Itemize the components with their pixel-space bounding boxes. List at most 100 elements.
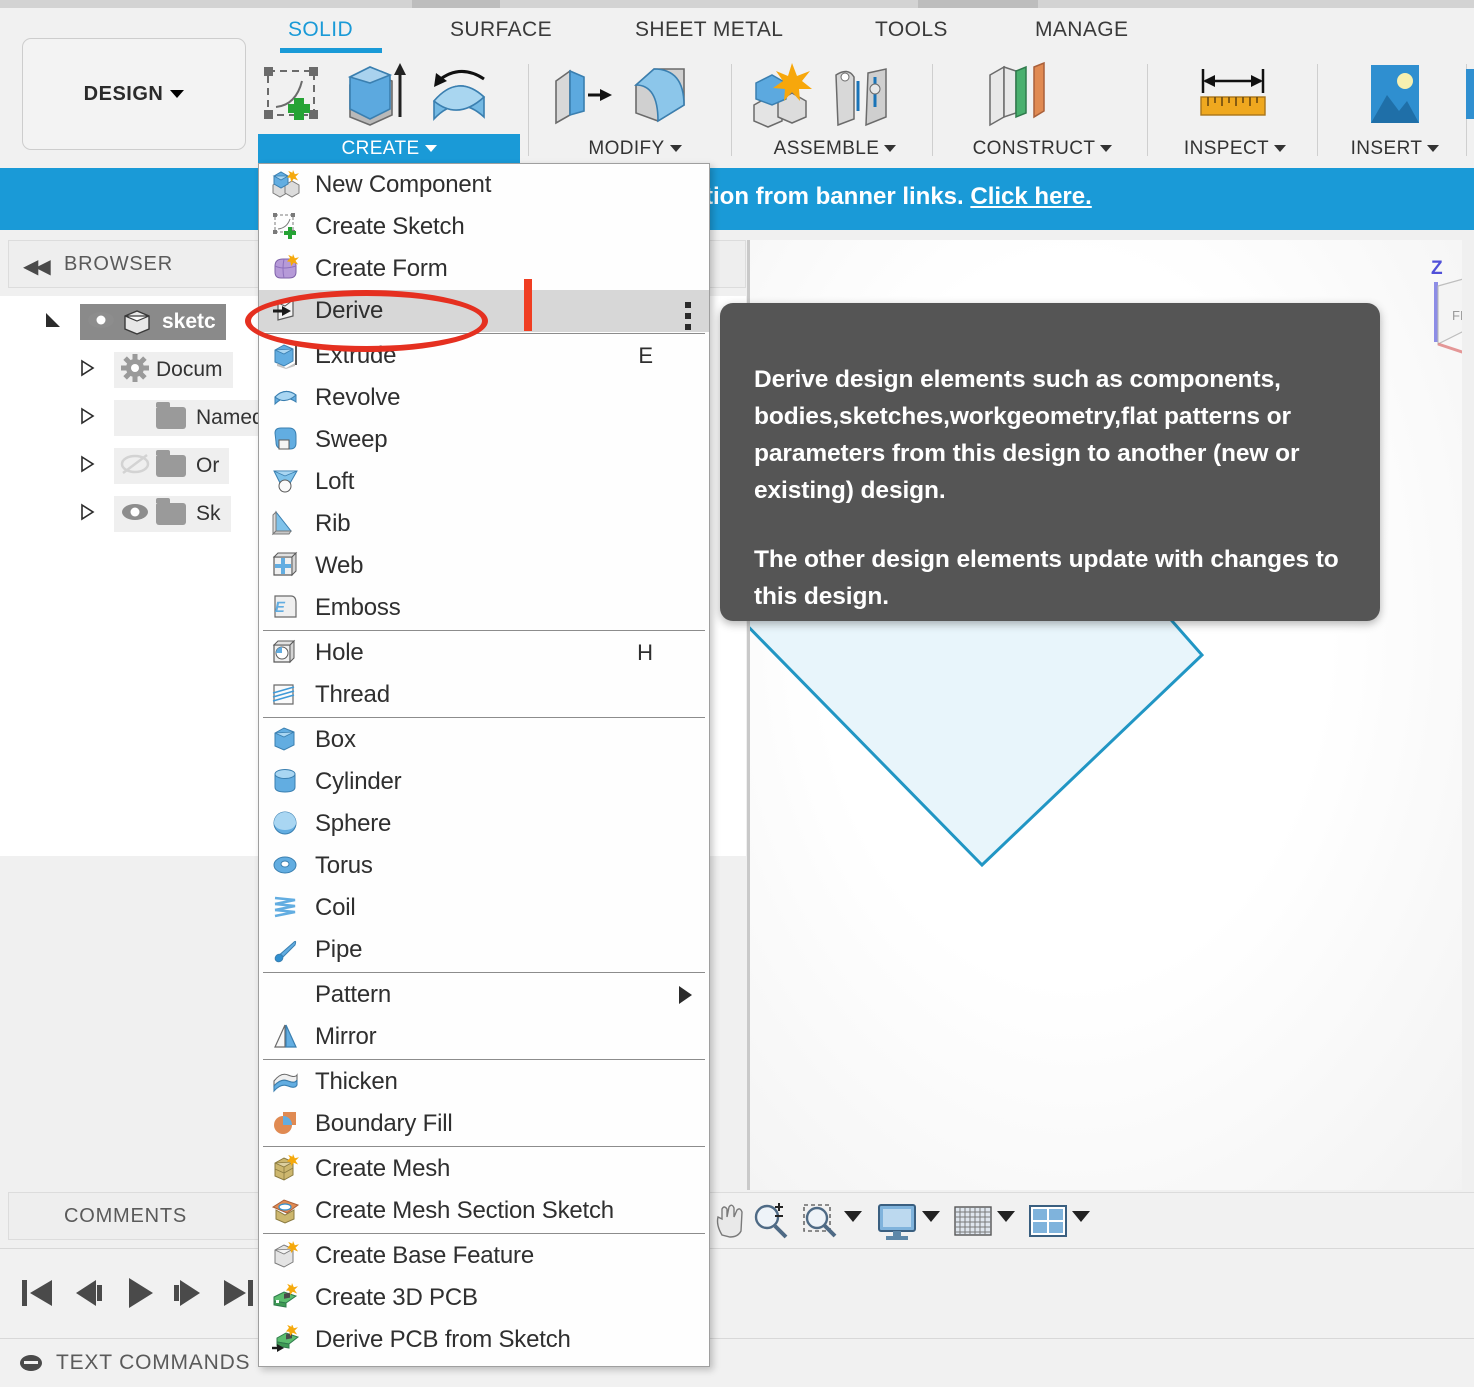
workspace-switcher[interactable]: DESIGN — [22, 38, 246, 150]
menu-item-revolve[interactable]: Revolve — [259, 377, 709, 419]
browser-item-document[interactable]: Docum — [0, 352, 233, 388]
menu-item-emboss[interactable]: E Emboss — [259, 587, 709, 629]
chevron-down-icon[interactable] — [997, 1211, 1015, 1222]
joint-icon[interactable] — [828, 59, 894, 136]
minus-circle-icon[interactable] — [20, 1355, 42, 1371]
menu-item-extrude[interactable]: Extrude E — [259, 335, 709, 377]
create-mesh-icon — [271, 1154, 305, 1184]
panel-construct-button[interactable]: CONSTRUCT — [940, 134, 1145, 164]
expand-arrow-icon[interactable] — [74, 358, 100, 383]
menu-divider — [263, 972, 705, 973]
new-component-icon — [271, 170, 305, 200]
revolve-icon[interactable] — [422, 59, 494, 136]
menu-item-derive-pcb-from-sketch[interactable]: Derive PCB from Sketch — [259, 1319, 709, 1361]
menu-item-pipe[interactable]: Pipe — [259, 929, 709, 971]
panel-insert-button[interactable]: INSERT — [1325, 134, 1465, 164]
expand-arrow-icon[interactable] — [40, 310, 66, 335]
press-pull-icon[interactable] — [548, 59, 614, 136]
create-form-icon — [271, 254, 305, 284]
tab-tools[interactable]: TOOLS — [875, 18, 948, 42]
menu-item-create-mesh[interactable]: Create Mesh — [259, 1148, 709, 1190]
fillet-icon[interactable] — [628, 59, 694, 136]
select-icon[interactable] — [1466, 59, 1474, 136]
chevron-down-icon[interactable] — [844, 1211, 862, 1222]
go-to-beginning-button[interactable] — [16, 1271, 60, 1315]
browser-item-named-views[interactable]: Named — [0, 400, 274, 436]
browser-item-sketches[interactable]: Sk — [0, 496, 231, 532]
menu-item-cylinder[interactable]: Cylinder — [259, 761, 709, 803]
extrude-icon[interactable] — [340, 59, 408, 136]
panel-inspect-button[interactable]: INSPECT — [1155, 134, 1315, 164]
more-options-icon[interactable] — [685, 302, 691, 335]
expand-arrow-icon[interactable] — [74, 454, 100, 479]
menu-item-hole[interactable]: Hole H — [259, 632, 709, 674]
new-component-icon[interactable] — [748, 59, 814, 136]
chevron-down-icon — [1427, 145, 1440, 153]
menu-item-web[interactable]: Web — [259, 545, 709, 587]
menu-item-derive[interactable]: Derive — [259, 279, 709, 335]
panel-modify-button[interactable]: MODIFY — [540, 134, 730, 164]
play-button[interactable] — [116, 1271, 160, 1315]
pan-hand-icon[interactable] — [710, 1201, 750, 1246]
tab-surface[interactable]: SURFACE — [450, 18, 552, 42]
menu-item-create-mesh-section-sketch[interactable]: Create Mesh Section Sketch — [259, 1190, 709, 1232]
insert-image-icon[interactable] — [1359, 59, 1431, 136]
visibility-hidden-eye-icon[interactable] — [114, 453, 156, 479]
grid-icon[interactable] — [952, 1201, 994, 1248]
browser-item-origin[interactable]: Or — [0, 448, 230, 484]
menu-item-thread[interactable]: Thread — [259, 674, 709, 716]
viewports-icon[interactable] — [1027, 1201, 1069, 1248]
derive-tooltip: Derive design elements such as component… — [720, 303, 1380, 621]
box-icon — [271, 725, 305, 755]
folder-icon — [156, 498, 186, 525]
menu-item-mirror[interactable]: Mirror — [259, 1016, 709, 1058]
menu-item-box[interactable]: Box — [259, 719, 709, 761]
menu-item-torus[interactable]: Torus — [259, 845, 709, 887]
menu-item-boundary-fill[interactable]: Boundary Fill — [259, 1103, 709, 1145]
display-monitor-icon[interactable] — [875, 1201, 919, 1248]
panel-modify: MODIFY — [540, 54, 730, 168]
menu-item-coil[interactable]: Coil — [259, 887, 709, 929]
zoom-icon[interactable] — [750, 1201, 792, 1248]
visibility-eye-icon[interactable] — [114, 503, 156, 526]
step-back-button[interactable] — [66, 1271, 110, 1315]
menu-item-new-component[interactable]: New Component — [259, 164, 709, 206]
visibility-eye-icon[interactable] — [80, 311, 122, 334]
menu-item-sphere[interactable]: Sphere — [259, 803, 709, 845]
menu-item-pattern[interactable]: Pattern — [259, 974, 709, 1016]
chevron-down-icon[interactable] — [922, 1211, 940, 1222]
menu-item-rib[interactable]: Rib — [259, 503, 709, 545]
measure-icon[interactable] — [1195, 59, 1273, 136]
panel-divider-1 — [528, 64, 529, 156]
menu-item-sweep[interactable]: Sweep — [259, 419, 709, 461]
derive-icon — [271, 296, 305, 326]
text-commands-bar[interactable]: TEXT COMMANDS — [0, 1338, 1474, 1387]
menu-item-loft[interactable]: Loft — [259, 461, 709, 503]
offset-plane-icon[interactable] — [982, 59, 1052, 136]
tab-manage[interactable]: MANAGE — [1035, 18, 1128, 42]
menu-item-create-base-feature[interactable]: Create Base Feature — [259, 1235, 709, 1277]
banner-click-here-link[interactable]: Click here. — [970, 183, 1091, 210]
step-forward-button[interactable] — [166, 1271, 210, 1315]
panel-assemble-button[interactable]: ASSEMBLE — [740, 134, 930, 164]
comments-title: COMMENTS — [64, 1205, 188, 1227]
menu-item-create-form[interactable]: Create Form — [259, 248, 709, 290]
chevron-down-icon[interactable] — [1072, 1211, 1090, 1222]
panel-create-button[interactable]: CREATE — [258, 134, 520, 164]
expand-arrow-icon[interactable] — [74, 502, 100, 527]
browser-item-sketch[interactable]: sketc — [0, 304, 226, 340]
collapse-left-icon[interactable]: ◀◀ — [23, 254, 51, 279]
tab-sheet-metal[interactable]: SHEET METAL — [635, 18, 783, 42]
create-menu[interactable]: New Component Create Sketch Create Form … — [258, 163, 710, 1367]
tab-active-underline — [280, 48, 382, 53]
zoom-window-icon[interactable] — [800, 1201, 842, 1248]
menu-item-create-3d-pcb[interactable]: Create 3D PCB — [259, 1277, 709, 1319]
tab-solid[interactable]: SOLID — [288, 18, 353, 42]
create-sketch-icon[interactable] — [258, 59, 326, 136]
expand-arrow-icon[interactable] — [74, 406, 100, 431]
menu-item-create-sketch[interactable]: Create Sketch — [259, 206, 709, 248]
go-to-end-button[interactable] — [216, 1271, 260, 1315]
panel-select-button[interactable]: S — [1466, 134, 1474, 164]
menu-item-thicken[interactable]: Thicken — [259, 1061, 709, 1103]
viewport-scrollbar[interactable] — [1462, 240, 1474, 1190]
